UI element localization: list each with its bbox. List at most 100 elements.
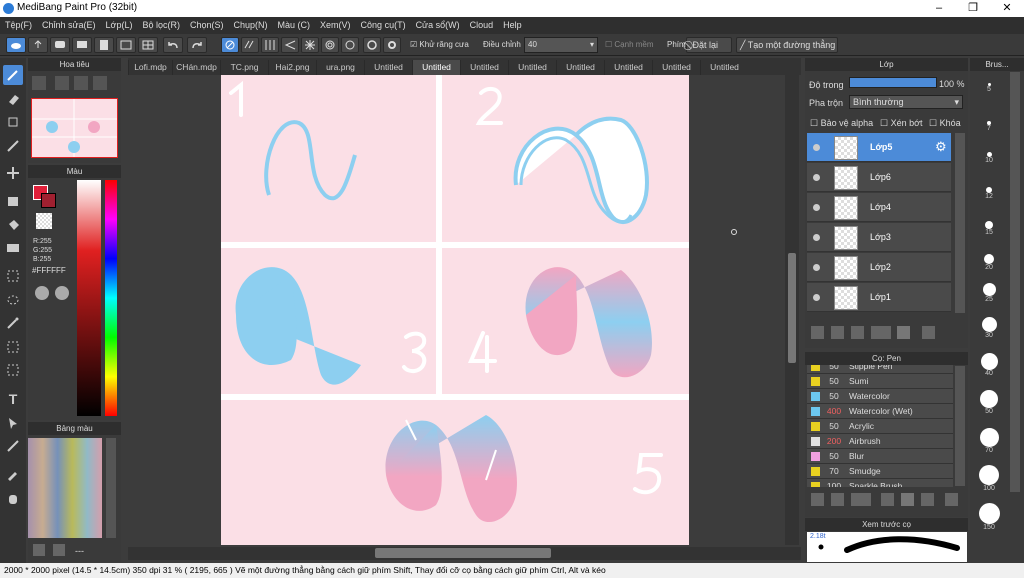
size-item[interactable]: 20 <box>972 254 1006 271</box>
palette-wheel-icon[interactable] <box>35 286 49 300</box>
select-eraser-icon[interactable] <box>3 360 23 380</box>
size-item[interactable]: 15 <box>972 221 1006 236</box>
straight-line-button[interactable]: ╱ Tạo một đường thẳng <box>736 37 838 53</box>
correction-dropdown[interactable]: 40 ▾ <box>524 37 598 53</box>
dot-tool-icon[interactable] <box>3 112 23 132</box>
chat-icon[interactable] <box>50 37 70 53</box>
zoom-fit-icon[interactable] <box>32 76 46 90</box>
antialias-checkbox[interactable]: ☑ Khử răng cưa <box>410 40 469 49</box>
menu-edit[interactable]: Chỉnh sửa(E) <box>37 17 101 34</box>
comment-icon[interactable] <box>72 37 92 53</box>
trash-icon[interactable] <box>945 493 958 506</box>
brush-duplicate-icon[interactable] <box>921 493 934 506</box>
size-item[interactable]: 5 <box>972 83 1006 93</box>
text-tool-icon[interactable]: T <box>3 389 23 409</box>
brush-new-icon[interactable] <box>831 493 844 506</box>
brush-settings-icon[interactable] <box>811 493 824 506</box>
brush-row[interactable]: 50 Stipple Pen <box>807 365 953 374</box>
palette-delete-icon[interactable] <box>53 544 65 556</box>
menu-view[interactable]: Xem(V) <box>315 17 356 34</box>
navigator-thumbnail[interactable] <box>31 98 118 158</box>
gear-icon[interactable] <box>383 37 401 53</box>
menu-select[interactable]: Chọn(S) <box>185 17 229 34</box>
tab-untitled-1[interactable]: Untitled <box>364 60 412 75</box>
minimize-button[interactable]: – <box>922 0 956 17</box>
brush-add-dropdown-icon[interactable] <box>851 493 871 506</box>
tab-untitled-7[interactable]: Untitled <box>652 60 700 75</box>
eye-icon[interactable] <box>813 234 820 241</box>
size-item[interactable]: 100 <box>972 465 1006 492</box>
menu-layer[interactable]: Lớp(L) <box>101 17 138 34</box>
menu-help[interactable]: Help <box>498 17 527 34</box>
drawing-canvas[interactable] <box>221 75 689 545</box>
transparent-swatch[interactable] <box>36 213 52 229</box>
close-button[interactable]: ✕ <box>990 0 1024 17</box>
fill-tool-icon[interactable] <box>3 215 23 235</box>
add-layer-dropdown-icon[interactable] <box>871 326 891 339</box>
palette-swatches[interactable] <box>28 438 102 538</box>
folder-icon[interactable] <box>901 493 914 506</box>
hand-tool-icon[interactable] <box>3 488 23 508</box>
opacity-slider[interactable] <box>849 77 937 88</box>
layer-scrollbar[interactable] <box>955 133 965 313</box>
saturation-value-picker[interactable] <box>77 180 101 416</box>
snap-off-icon[interactable] <box>221 37 239 53</box>
brush-row[interactable]: 50 Watercolor <box>807 389 953 404</box>
share-icon[interactable] <box>28 37 48 53</box>
move-tool-icon[interactable] <box>3 163 23 183</box>
circle-snap-icon[interactable] <box>363 37 381 53</box>
select-tool-icon[interactable] <box>3 266 23 286</box>
divide-tool-icon[interactable] <box>3 436 23 456</box>
eye-icon[interactable] <box>813 294 820 301</box>
brush-row[interactable]: 100 Sparkle Brush <box>807 479 953 487</box>
cloud-icon[interactable] <box>6 37 26 53</box>
menu-tools[interactable]: Công cụ(T) <box>356 17 411 34</box>
tab-untitled-8[interactable]: Untitled <box>700 60 748 75</box>
brush-row[interactable]: 70 Smudge <box>807 464 953 479</box>
eye-icon[interactable] <box>813 174 820 181</box>
eraser-tool-icon[interactable] <box>3 89 23 109</box>
size-item[interactable]: 150 <box>972 503 1006 531</box>
tab-untitled-4[interactable]: Untitled <box>508 60 556 75</box>
size-item[interactable]: 40 <box>972 353 1006 377</box>
tab-ura[interactable]: ura.png <box>316 60 364 75</box>
protect-alpha-checkbox[interactable]: ☐ Bảo vệ alpha <box>810 118 873 129</box>
tab-untitled-6[interactable]: Untitled <box>604 60 652 75</box>
brush-row[interactable]: 200 Airbrush <box>807 434 953 449</box>
vertical-scroll-thumb[interactable] <box>788 253 796 363</box>
rectangle-tool-icon[interactable] <box>3 191 23 211</box>
palette-new-icon[interactable] <box>33 544 45 556</box>
gear-icon[interactable]: ⚙ <box>935 139 947 155</box>
size-item[interactable]: 25 <box>972 283 1006 303</box>
vanish-snap-icon[interactable] <box>281 37 299 53</box>
hue-slider[interactable] <box>105 180 117 416</box>
tab-hai2[interactable]: Hai2.png <box>268 60 316 75</box>
concentric-snap-icon[interactable] <box>321 37 339 53</box>
gradient-tool-icon[interactable] <box>3 238 23 258</box>
brush-row[interactable]: 50 Acrylic <box>807 419 953 434</box>
clipping-checkbox[interactable]: ☐ Xén bớt <box>880 118 923 129</box>
tab-chan[interactable]: CHán.mdp <box>172 60 220 75</box>
size-item[interactable]: 50 <box>972 390 1006 415</box>
eyedropper-icon[interactable] <box>3 464 23 484</box>
size-item[interactable]: 7 <box>972 121 1006 132</box>
new-halftone-layer-icon[interactable] <box>831 326 844 339</box>
new-8bit-layer-icon[interactable] <box>851 326 864 339</box>
secondary-color-swatch[interactable] <box>41 193 56 208</box>
frame-icon[interactable] <box>116 37 136 53</box>
folder-icon[interactable] <box>897 326 910 339</box>
menu-window[interactable]: Cửa sổ(W) <box>411 17 465 34</box>
maximize-button[interactable]: ❐ <box>956 0 990 17</box>
tab-untitled-5[interactable]: Untitled <box>556 60 604 75</box>
lock-checkbox[interactable]: ☐ Khóa <box>929 118 961 129</box>
layer-row[interactable]: Lớp5 ⚙ <box>807 133 951 162</box>
blend-mode-dropdown[interactable]: Bình thường ▾ <box>849 95 963 109</box>
brush-tool-icon[interactable] <box>3 65 23 85</box>
parallel-snap-icon[interactable] <box>241 37 259 53</box>
lasso-tool-icon[interactable] <box>3 290 23 310</box>
duplicate-layer-icon[interactable] <box>922 326 935 339</box>
palette-scrollbar[interactable] <box>106 438 116 538</box>
new-layer-icon[interactable] <box>811 326 824 339</box>
magic-wand-icon[interactable] <box>3 313 23 333</box>
palette-add-icon[interactable] <box>55 286 69 300</box>
